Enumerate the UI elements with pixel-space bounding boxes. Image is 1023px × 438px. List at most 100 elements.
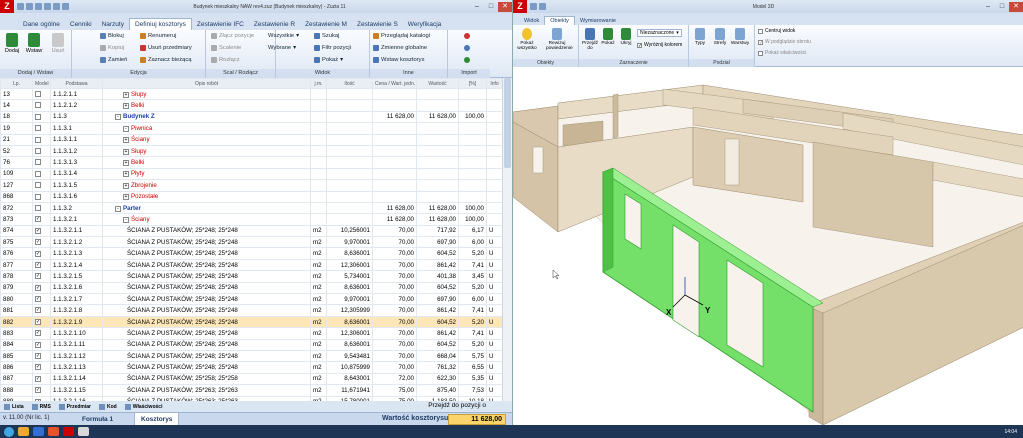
table-row[interactable]: 880 ✓ 1.1.3.2.1.7 ŚCIANA Z PUSTAKÓW; 25*248…: [0, 293, 503, 306]
row-jm[interactable]: m2: [310, 384, 327, 397]
tab-dane-ogolne[interactable]: Dane ogólne: [18, 19, 65, 30]
row-ilosc[interactable]: 11,671941: [326, 384, 373, 397]
row-lp[interactable]: 19: [0, 122, 33, 135]
col-lp[interactable]: Lp.: [0, 78, 33, 89]
row-pct[interactable]: [458, 179, 487, 192]
rewizja-button[interactable]: Rewizuj powiedzenie: [546, 28, 573, 51]
row-jm[interactable]: m2: [310, 247, 327, 260]
row-lp[interactable]: 888: [0, 384, 33, 397]
row-model-checkbox[interactable]: ✓: [32, 236, 51, 249]
row-wartosc[interactable]: 401,38: [416, 270, 459, 283]
row-info[interactable]: U: [486, 258, 503, 272]
row-info[interactable]: [486, 122, 503, 135]
wstaw-button[interactable]: Wstaw: [25, 33, 43, 54]
selection-combo[interactable]: Niezaznaczone ▾: [637, 29, 682, 37]
row-pct[interactable]: 5,20: [458, 247, 487, 260]
row-wartosc[interactable]: 604,52: [416, 338, 459, 352]
row-wartosc[interactable]: 861,42: [416, 258, 459, 272]
row-pct[interactable]: [458, 99, 487, 112]
row-podstawa[interactable]: 1.1.3.1.3: [50, 156, 103, 169]
row-ilosc[interactable]: 10,875999: [326, 361, 373, 374]
tab-weryfikacja[interactable]: Weryfikacja: [403, 19, 446, 30]
row-pct[interactable]: 100,00: [458, 110, 487, 124]
row-podstawa[interactable]: 1.1.3.2.1.11: [50, 338, 103, 352]
tab-obiekty[interactable]: Obiekty: [544, 16, 575, 25]
row-pct[interactable]: 5,20: [458, 281, 487, 295]
row-wartosc[interactable]: [416, 144, 459, 158]
row-podstawa[interactable]: 1.1.3.1.6: [50, 190, 103, 203]
row-podstawa[interactable]: 1.1.3.1.5: [50, 179, 103, 192]
row-cena[interactable]: 70,00: [372, 338, 417, 352]
tab-cenniki[interactable]: Cenniki: [65, 19, 97, 30]
row-ilosc[interactable]: [326, 122, 373, 135]
col-jm[interactable]: j.m.: [310, 78, 327, 89]
tab-wymiarowanie[interactable]: Wymiarowanie: [575, 17, 621, 25]
row-model-checkbox[interactable]: [32, 167, 51, 181]
model-app-logo[interactable]: Z: [513, 0, 527, 13]
row-jm[interactable]: m2: [310, 224, 327, 238]
row-wartosc[interactable]: 697,90: [416, 293, 459, 306]
filtr-pozycji-button[interactable]: Filtr pozycji: [314, 45, 351, 51]
row-opis[interactable]: ŚCIANA Z PUSTAKÓW; 25*263; 25*263: [102, 384, 311, 397]
przejdz-label[interactable]: Przejdź do pozycji o: [428, 402, 486, 409]
row-lp[interactable]: 52: [0, 144, 33, 158]
model-checkbox[interactable]: ✓: [35, 239, 41, 246]
row-opis[interactable]: - Parter: [102, 201, 311, 215]
row-lp[interactable]: 881: [0, 304, 33, 317]
row-jm[interactable]: [310, 190, 327, 203]
row-opis[interactable]: ŚCIANA Z PUSTAKÓW; 25*248; 25*248: [102, 224, 311, 238]
row-ilosc[interactable]: 12,306001: [326, 327, 373, 340]
tab-zestawienie-m[interactable]: Zestawienie M: [300, 19, 352, 30]
scalenie-button[interactable]: Scalenie: [211, 45, 241, 51]
table-row[interactable]: 19 1.1.3.1- Piwnica: [0, 122, 503, 135]
expand-icon[interactable]: +: [123, 182, 129, 189]
building-3d-model[interactable]: X Y: [513, 67, 1023, 426]
row-model-checkbox[interactable]: ✓: [32, 213, 51, 226]
row-wartosc[interactable]: [416, 156, 459, 169]
row-info[interactable]: U: [486, 236, 503, 249]
row-model-checkbox[interactable]: [32, 122, 51, 135]
row-lp[interactable]: 874: [0, 224, 33, 238]
row-opis[interactable]: - Piwnica: [102, 122, 311, 135]
table-row[interactable]: 13 1.1.2.1.1 + Słupy: [0, 87, 503, 101]
row-jm[interactable]: [310, 122, 327, 135]
row-wartosc[interactable]: 604,52: [416, 281, 459, 295]
import-icon-2[interactable]: [464, 45, 470, 51]
row-lp[interactable]: 875: [0, 236, 33, 249]
row-ilosc[interactable]: [326, 133, 373, 146]
row-lp[interactable]: 109: [0, 167, 33, 181]
row-opis[interactable]: ŚCIANA Z PUSTAKÓW; 25*248; 25*248: [102, 361, 311, 374]
table-row[interactable]: 872 1.1.3.2- Parter 11 628,00 11 628,00 100,0…: [0, 201, 503, 215]
grid-scrollbar[interactable]: [502, 78, 512, 401]
row-pct[interactable]: 6,17: [458, 224, 487, 238]
table-row[interactable]: 885 ✓ 1.1.3.2.1.12 ŚCIANA Z PUSTAKÓW; 25*24…: [0, 349, 503, 363]
row-cena[interactable]: [372, 144, 417, 158]
row-info[interactable]: U: [486, 372, 503, 386]
col-cena[interactable]: Cena / Wart. jedn.: [372, 78, 417, 89]
row-ilosc[interactable]: 8,636001: [326, 281, 373, 295]
row-model-checkbox[interactable]: ✓: [32, 361, 51, 374]
row-opis[interactable]: ŚCIANA Z PUSTAKÓW; 25*248; 25*248: [102, 327, 311, 340]
row-cena[interactable]: 11 628,00: [372, 201, 417, 215]
row-opis[interactable]: ŚCIANA Z PUSTAKÓW; 25*248; 25*248: [102, 236, 311, 249]
model-checkbox[interactable]: [35, 136, 41, 143]
redo-icon[interactable]: [62, 3, 69, 10]
row-wartosc[interactable]: 697,90: [416, 236, 459, 249]
save-icon[interactable]: [35, 3, 42, 10]
table-row[interactable]: 18 1.1.3- Budynek Z 11 628,00 11 628,00 100,0…: [0, 110, 503, 124]
pokaz-wlasciwosci-checkbox[interactable]: Pokaż właściwości: [758, 50, 806, 56]
row-model-checkbox[interactable]: ✓: [32, 224, 51, 238]
row-info[interactable]: [486, 156, 503, 169]
row-pct[interactable]: [458, 190, 487, 203]
row-lp[interactable]: 879: [0, 281, 33, 295]
row-podstawa[interactable]: 1.1.3.2.1: [50, 213, 103, 226]
model-checkbox[interactable]: ✓: [35, 318, 41, 325]
row-info[interactable]: [486, 144, 503, 158]
col-wartosc[interactable]: Wartość: [416, 78, 459, 89]
undo-icon[interactable]: [53, 3, 60, 10]
row-cena[interactable]: 70,00: [372, 349, 417, 363]
col-pct[interactable]: [%]: [458, 78, 487, 89]
warstwy-button[interactable]: Warstwy: [729, 28, 751, 46]
pokaz-wszystko-button[interactable]: Pokaż wszystko: [516, 28, 538, 51]
model-checkbox[interactable]: [35, 148, 41, 154]
